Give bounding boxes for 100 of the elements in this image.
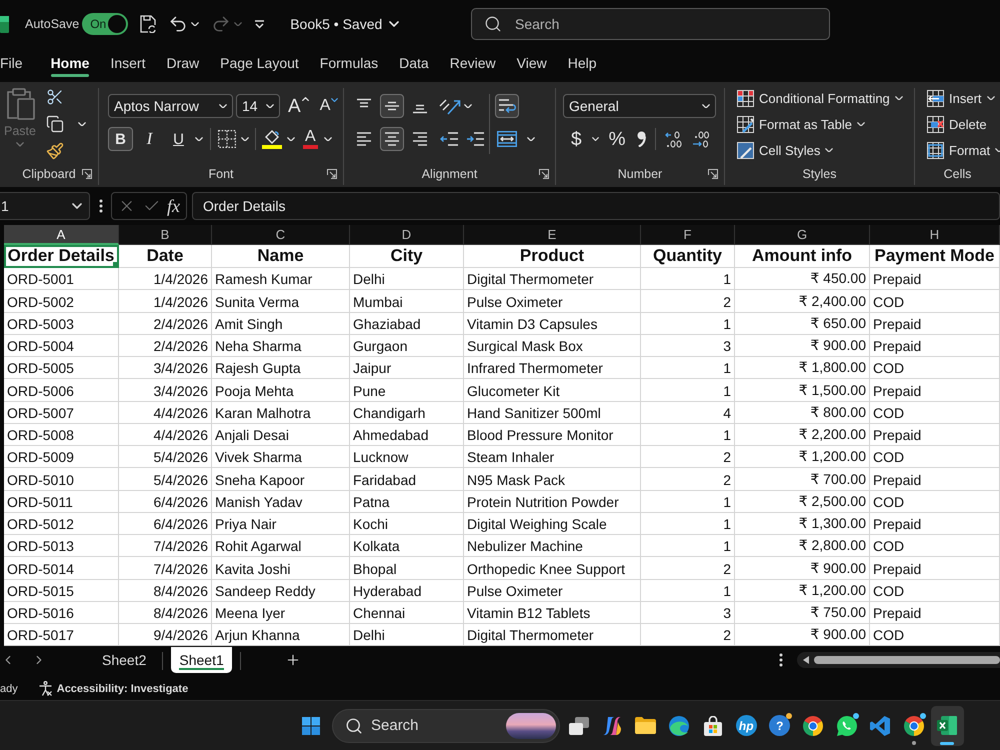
conditional-formatting-button[interactable]: Conditional Formatting bbox=[737, 85, 903, 111]
italic-button[interactable]: I bbox=[137, 127, 162, 151]
insert-button[interactable]: Insert bbox=[927, 85, 1000, 111]
delete-cells-icon[interactable] bbox=[927, 116, 944, 132]
column-header[interactable]: C bbox=[212, 225, 350, 245]
increase-indent-icon[interactable] bbox=[466, 132, 484, 146]
spreadsheet-icon[interactable] bbox=[937, 716, 958, 736]
menu-tab[interactable]: Draw bbox=[166, 48, 200, 82]
merge-cells-icon[interactable] bbox=[497, 131, 517, 147]
menu-tab[interactable]: Insert bbox=[110, 48, 146, 82]
format-button[interactable]: Format bbox=[927, 137, 1000, 163]
decrease-decimal-icon[interactable] bbox=[692, 130, 710, 148]
menu-tab[interactable]: Page Layout bbox=[220, 48, 299, 82]
cell-styles-icon[interactable] bbox=[737, 142, 754, 158]
align-right-icon[interactable] bbox=[412, 131, 428, 147]
text-angle-icon[interactable] bbox=[439, 97, 461, 115]
copy-icon[interactable] bbox=[46, 115, 64, 133]
menu-tab[interactable]: Data bbox=[399, 48, 429, 82]
number-format-dropdown[interactable]: General bbox=[563, 94, 716, 118]
undo-icon[interactable] bbox=[168, 14, 188, 34]
customize-icon[interactable] bbox=[254, 20, 266, 28]
format-as-table-icon[interactable] bbox=[737, 116, 754, 132]
grow-font-button[interactable]: A bbox=[288, 96, 309, 116]
format-as-table-button[interactable]: Format as Table bbox=[737, 111, 903, 137]
align-center-icon[interactable] bbox=[384, 131, 400, 147]
increase-decimal-icon[interactable] bbox=[665, 130, 682, 148]
column-header[interactable]: G bbox=[735, 225, 870, 245]
font-name-dropdown[interactable]: Aptos Narrow bbox=[108, 94, 233, 118]
menu-tab[interactable]: Review bbox=[450, 48, 496, 82]
font-size-dropdown[interactable]: 14 bbox=[236, 94, 280, 118]
menu-tab[interactable]: View bbox=[516, 48, 547, 82]
menu-tab[interactable]: Formulas bbox=[320, 48, 378, 82]
help-logo[interactable]: ? bbox=[769, 715, 790, 736]
status-text: ady bbox=[0, 682, 18, 695]
menu-tab[interactable]: File bbox=[0, 48, 23, 82]
dialog-launcher-icon[interactable] bbox=[539, 169, 549, 179]
align-center-button[interactable] bbox=[380, 127, 404, 151]
browser-logo-icon[interactable] bbox=[904, 716, 924, 736]
conditional-formatting-icon[interactable] bbox=[737, 90, 754, 106]
sheet-tab[interactable]: Sheet1 bbox=[171, 647, 232, 674]
comma-style-icon[interactable] bbox=[637, 131, 646, 147]
column-header[interactable]: B bbox=[119, 225, 212, 245]
underline-button[interactable]: U bbox=[166, 127, 191, 151]
dialog-launcher-icon[interactable] bbox=[708, 169, 718, 179]
percent-button[interactable]: % bbox=[608, 130, 626, 148]
format-cells-icon[interactable] bbox=[927, 142, 944, 158]
table-cell: 1 bbox=[641, 357, 735, 380]
column-header[interactable]: E bbox=[464, 225, 641, 245]
borders-icon[interactable] bbox=[218, 130, 236, 148]
accessibility-status[interactable]: Accessibility: Investigate bbox=[56, 682, 188, 695]
search-field[interactable]: Search bbox=[471, 8, 830, 40]
currency-button[interactable]: $ bbox=[571, 130, 582, 148]
sheet-tab[interactable]: Sheet2 bbox=[94, 647, 154, 674]
accessibility-icon[interactable] bbox=[38, 681, 53, 696]
fill-color-icon[interactable] bbox=[262, 129, 282, 149]
taskbar-app-button[interactable] bbox=[930, 706, 964, 746]
dialog-launcher-icon[interactable] bbox=[327, 169, 337, 179]
stacked-windows-icon[interactable] bbox=[568, 716, 589, 735]
table-cell: 4/4/2026 bbox=[119, 402, 212, 424]
insert-function-button[interactable]: fx bbox=[167, 196, 180, 216]
shopping-bag-icon[interactable] bbox=[702, 716, 723, 736]
insert-cells-icon[interactable] bbox=[927, 90, 944, 106]
dialog-launcher-icon[interactable] bbox=[82, 169, 92, 179]
column-header[interactable]: A bbox=[4, 225, 119, 245]
menu-tab[interactable]: Home bbox=[50, 48, 90, 82]
menu-tab[interactable]: Help bbox=[568, 48, 597, 82]
cell-styles-button[interactable]: Cell Styles bbox=[737, 137, 903, 163]
scroll-left-icon[interactable] bbox=[803, 656, 809, 664]
autosave-toggle[interactable]: On bbox=[82, 13, 128, 35]
document-title[interactable]: Book5 • Saved bbox=[290, 16, 382, 32]
wave-logo-icon[interactable] bbox=[669, 716, 690, 736]
decrease-indent-icon[interactable] bbox=[440, 132, 458, 146]
scrollbar-thumb[interactable] bbox=[814, 656, 1000, 664]
browser-logo-icon[interactable] bbox=[803, 716, 824, 736]
name-box[interactable]: 1 bbox=[0, 192, 90, 220]
chat-bubble-icon[interactable] bbox=[836, 716, 857, 736]
format-painter-icon[interactable] bbox=[46, 142, 64, 160]
folder-icon[interactable] bbox=[635, 717, 656, 734]
column-header[interactable]: H bbox=[870, 225, 1000, 245]
hp-logo[interactable]: hp bbox=[736, 715, 757, 736]
delete-button[interactable]: Delete bbox=[927, 111, 1000, 137]
save-icon[interactable] bbox=[140, 15, 156, 33]
table-cell: Prepaid bbox=[870, 512, 1000, 535]
bold-button[interactable]: B bbox=[108, 127, 133, 151]
code-editor-icon[interactable] bbox=[870, 716, 890, 736]
start-menu-icon[interactable] bbox=[302, 716, 320, 735]
column-header[interactable]: F bbox=[641, 225, 735, 245]
caret-up-icon[interactable] bbox=[302, 96, 309, 101]
cut-icon[interactable] bbox=[46, 88, 64, 106]
font-color-button[interactable]: A bbox=[303, 129, 318, 149]
align-middle-button[interactable] bbox=[380, 94, 404, 118]
more-options-icon[interactable] bbox=[779, 653, 783, 668]
more-options-icon[interactable] bbox=[98, 199, 102, 213]
horizontal-scrollbar[interactable] bbox=[797, 652, 1000, 668]
formula-input[interactable]: Order Details bbox=[192, 192, 1000, 220]
column-header[interactable]: D bbox=[350, 225, 464, 245]
align-left-icon[interactable] bbox=[356, 131, 372, 147]
shrink-font-button[interactable]: A bbox=[320, 98, 338, 114]
swirl-logo-icon[interactable] bbox=[602, 716, 622, 736]
table-cell: Nebulizer Machine bbox=[464, 535, 641, 558]
